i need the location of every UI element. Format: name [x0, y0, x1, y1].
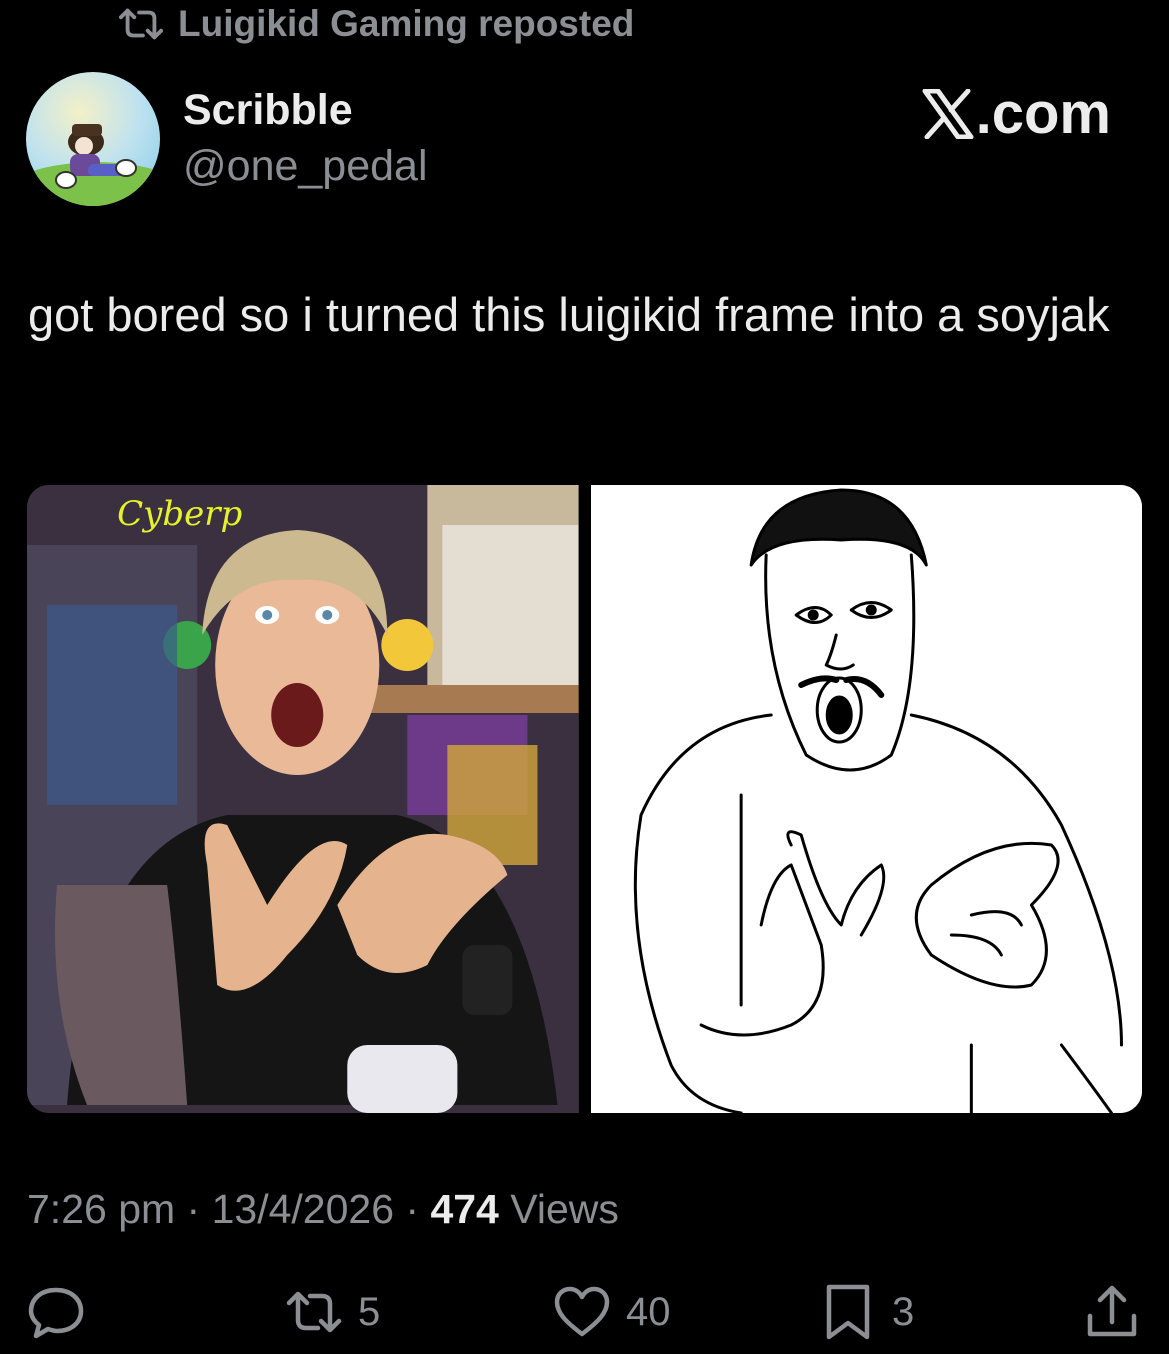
tweet-time[interactable]: 7:26 pm: [27, 1186, 175, 1232]
media-grid: Cyberp: [27, 485, 1142, 1113]
like-button[interactable]: 40: [552, 1280, 671, 1344]
bookmark-button[interactable]: 3: [818, 1280, 914, 1344]
repost-banner[interactable]: Luigikid Gaming reposted: [118, 2, 634, 46]
media-drawing[interactable]: [590, 485, 1142, 1113]
tweet-date[interactable]: 13/4/2026: [212, 1186, 394, 1232]
reply-icon: [28, 1287, 84, 1339]
display-name[interactable]: Scribble: [183, 86, 353, 135]
meta-separator: ·: [394, 1186, 431, 1232]
bookmark-count: 3: [892, 1289, 915, 1334]
tweet-meta: 7:26 pm · 13/4/2026 · 474 Views: [27, 1186, 619, 1233]
meta-separator: ·: [175, 1186, 212, 1232]
repost-icon: [286, 1291, 342, 1333]
share-button[interactable]: [1082, 1280, 1142, 1344]
x-logo-icon: [922, 88, 974, 139]
like-count: 40: [626, 1289, 671, 1334]
media-photo[interactable]: Cyberp: [27, 485, 579, 1113]
repost-text: Luigikid Gaming reposted: [178, 3, 635, 44]
soyjak-drawing: [590, 485, 1142, 1113]
views-count: 474: [430, 1186, 499, 1232]
avatar[interactable]: [26, 72, 160, 206]
bookmark-icon: [826, 1284, 870, 1340]
action-bar: 5 40 3: [0, 1280, 1169, 1344]
reply-button[interactable]: [26, 1280, 86, 1344]
svg-text:Cyberp: Cyberp: [117, 494, 242, 534]
repost-icon: [118, 8, 164, 40]
share-icon: [1087, 1285, 1137, 1337]
avatar-image: [26, 72, 160, 206]
brand-watermark: .com: [922, 80, 1111, 147]
user-handle[interactable]: @one_pedal: [183, 142, 428, 191]
views-label: Views: [498, 1186, 619, 1232]
brand-suffix: .com: [975, 81, 1111, 146]
photo-frame: Cyberp: [27, 485, 579, 1113]
repost-button[interactable]: 5: [284, 1280, 380, 1344]
repost-count: 5: [358, 1289, 381, 1334]
tweet-text: got bored so i turned this luigikid fram…: [28, 288, 1110, 341]
heart-icon: [554, 1286, 610, 1337]
